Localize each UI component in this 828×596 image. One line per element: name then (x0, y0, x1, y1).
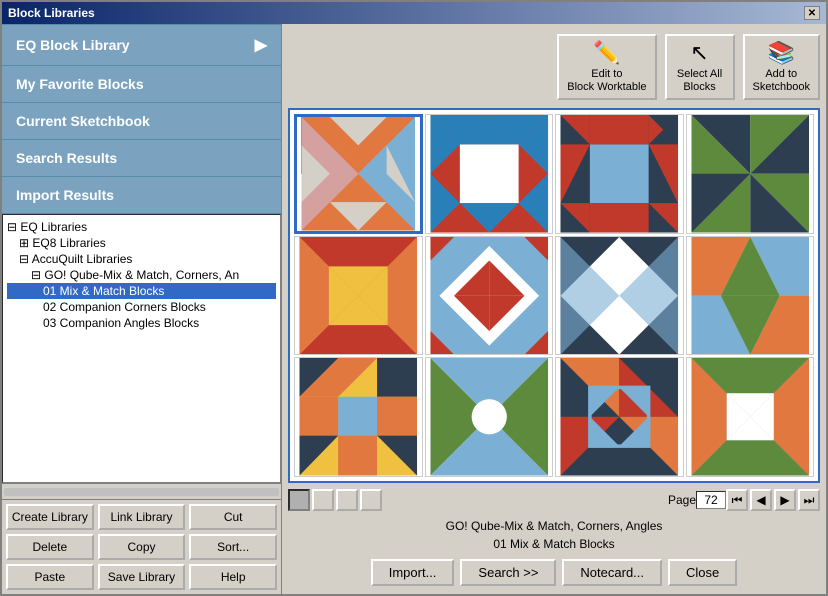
block-libraries-window: Block Libraries ✕ EQ Block Library ▶ My … (0, 0, 828, 596)
nav-label-my-favorite: My Favorite Blocks (16, 76, 144, 92)
block-name: 01 Mix & Match Blocks (288, 535, 820, 553)
block-cell-6[interactable] (425, 236, 554, 356)
tree-node-02-companion-corners[interactable]: 02 Companion Corners Blocks (7, 299, 276, 315)
block-cell-5[interactable] (294, 236, 423, 356)
close-button[interactable]: ✕ (804, 6, 820, 20)
block-cell-10[interactable] (425, 357, 554, 477)
prev-page-button[interactable]: ◀ (750, 489, 772, 511)
block-cell-4[interactable] (686, 114, 815, 234)
toolbar: ✏️ Edit toBlock Worktable ↖ Select AllBl… (288, 30, 820, 104)
notecard-button[interactable]: Notecard... (562, 559, 662, 586)
copy-button[interactable]: Copy (98, 534, 186, 560)
nav-item-current-sketchbook[interactable]: Current Sketchbook (2, 103, 281, 140)
tree-node-03-companion-angles[interactable]: 03 Companion Angles Blocks (7, 315, 276, 331)
tree-node-accuquilt-libraries[interactable]: ⊟ AccuQuilt Libraries (7, 251, 276, 267)
block-cell-1[interactable] (294, 114, 423, 234)
select-all-blocks-button[interactable]: ↖ Select AllBlocks (665, 34, 735, 100)
edit-label: Edit toBlock Worktable (567, 68, 646, 94)
view-btn-4[interactable] (360, 489, 382, 511)
action-row: Import... Search >> Notecard... Close (288, 557, 820, 588)
first-page-button[interactable]: ⏮ (726, 489, 748, 511)
sort-button[interactable]: Sort... (189, 534, 277, 560)
nav-item-my-favorite-blocks[interactable]: My Favorite Blocks (2, 66, 281, 103)
block-grid (288, 108, 820, 483)
tree-node-eq8-libraries[interactable]: ⊞ EQ8 Libraries (7, 235, 276, 251)
select-all-icon: ↖ (690, 40, 708, 66)
add-sketchbook-label: Add toSketchbook (753, 68, 810, 94)
nav-arrow-eq-block-library: ▶ (255, 35, 267, 55)
close-main-button[interactable]: Close (668, 559, 737, 586)
nav-label-current-sketchbook: Current Sketchbook (16, 113, 150, 129)
library-name: GO! Qube-Mix & Match, Corners, Angles (288, 517, 820, 535)
help-button[interactable]: Help (189, 564, 277, 590)
main-content: EQ Block Library ▶ My Favorite Blocks Cu… (2, 24, 826, 594)
block-cell-11[interactable] (555, 357, 684, 477)
view-btn-3[interactable] (336, 489, 358, 511)
nav-item-search-results[interactable]: Search Results (2, 140, 281, 177)
import-button[interactable]: Import... (371, 559, 455, 586)
last-page-button[interactable]: ⏭ (798, 489, 820, 511)
page-label: Page (668, 493, 696, 507)
tree-node-go-qube[interactable]: ⊟ GO! Qube-Mix & Match, Corners, An (7, 267, 276, 283)
view-buttons (288, 489, 382, 511)
window-title: Block Libraries (8, 6, 95, 20)
nav-label-import-results: Import Results (16, 187, 114, 203)
block-cell-9[interactable] (294, 357, 423, 477)
block-info: GO! Qube-Mix & Match, Corners, Angles 01… (288, 517, 820, 553)
select-all-label: Select AllBlocks (677, 68, 722, 94)
view-btn-2[interactable] (312, 489, 334, 511)
next-page-button[interactable]: ▶ (774, 489, 796, 511)
view-btn-1[interactable] (288, 489, 310, 511)
block-cell-8[interactable] (686, 236, 815, 356)
search-button[interactable]: Search >> (460, 559, 556, 586)
add-sketchbook-icon: 📚 (768, 40, 795, 66)
nav-label-search-results: Search Results (16, 150, 117, 166)
nav-section: EQ Block Library ▶ My Favorite Blocks Cu… (2, 24, 281, 214)
nav-item-eq-block-library[interactable]: EQ Block Library ▶ (2, 24, 281, 66)
block-nav-row: Page 72 ⏮ ◀ ▶ ⏭ (288, 487, 820, 513)
scrollbar-track (4, 488, 279, 496)
save-library-button[interactable]: Save Library (98, 564, 186, 590)
tree-node-01-mix-match[interactable]: 01 Mix & Match Blocks (7, 283, 276, 299)
block-cell-7[interactable] (555, 236, 684, 356)
paste-button[interactable]: Paste (6, 564, 94, 590)
add-to-sketchbook-button[interactable]: 📚 Add toSketchbook (743, 34, 820, 100)
left-panel: EQ Block Library ▶ My Favorite Blocks Cu… (2, 24, 282, 594)
edit-to-block-worktable-button[interactable]: ✏️ Edit toBlock Worktable (557, 34, 656, 100)
block-cell-12[interactable] (686, 357, 815, 477)
tree-node-eq-libraries[interactable]: ⊟ EQ Libraries (7, 219, 276, 235)
link-library-button[interactable]: Link Library (98, 504, 186, 530)
cut-button[interactable]: Cut (189, 504, 277, 530)
nav-label-eq-block-library: EQ Block Library (16, 37, 130, 53)
tree-scrollbar-h[interactable] (2, 483, 281, 499)
edit-icon: ✏️ (593, 40, 620, 66)
block-cell-2[interactable] (425, 114, 554, 234)
page-nav-buttons: ⏮ ◀ ▶ ⏭ (726, 489, 820, 511)
library-tree[interactable]: ⊟ EQ Libraries ⊞ EQ8 Libraries ⊟ AccuQui… (2, 214, 281, 483)
title-bar: Block Libraries ✕ (2, 2, 826, 24)
create-library-button[interactable]: Create Library (6, 504, 94, 530)
right-panel: ✏️ Edit toBlock Worktable ↖ Select AllBl… (282, 24, 826, 594)
page-number[interactable]: 72 (696, 491, 726, 509)
nav-item-import-results[interactable]: Import Results (2, 177, 281, 214)
delete-button[interactable]: Delete (6, 534, 94, 560)
bottom-buttons: Create Library Link Library Cut Delete C… (2, 499, 281, 594)
block-cell-3[interactable] (555, 114, 684, 234)
